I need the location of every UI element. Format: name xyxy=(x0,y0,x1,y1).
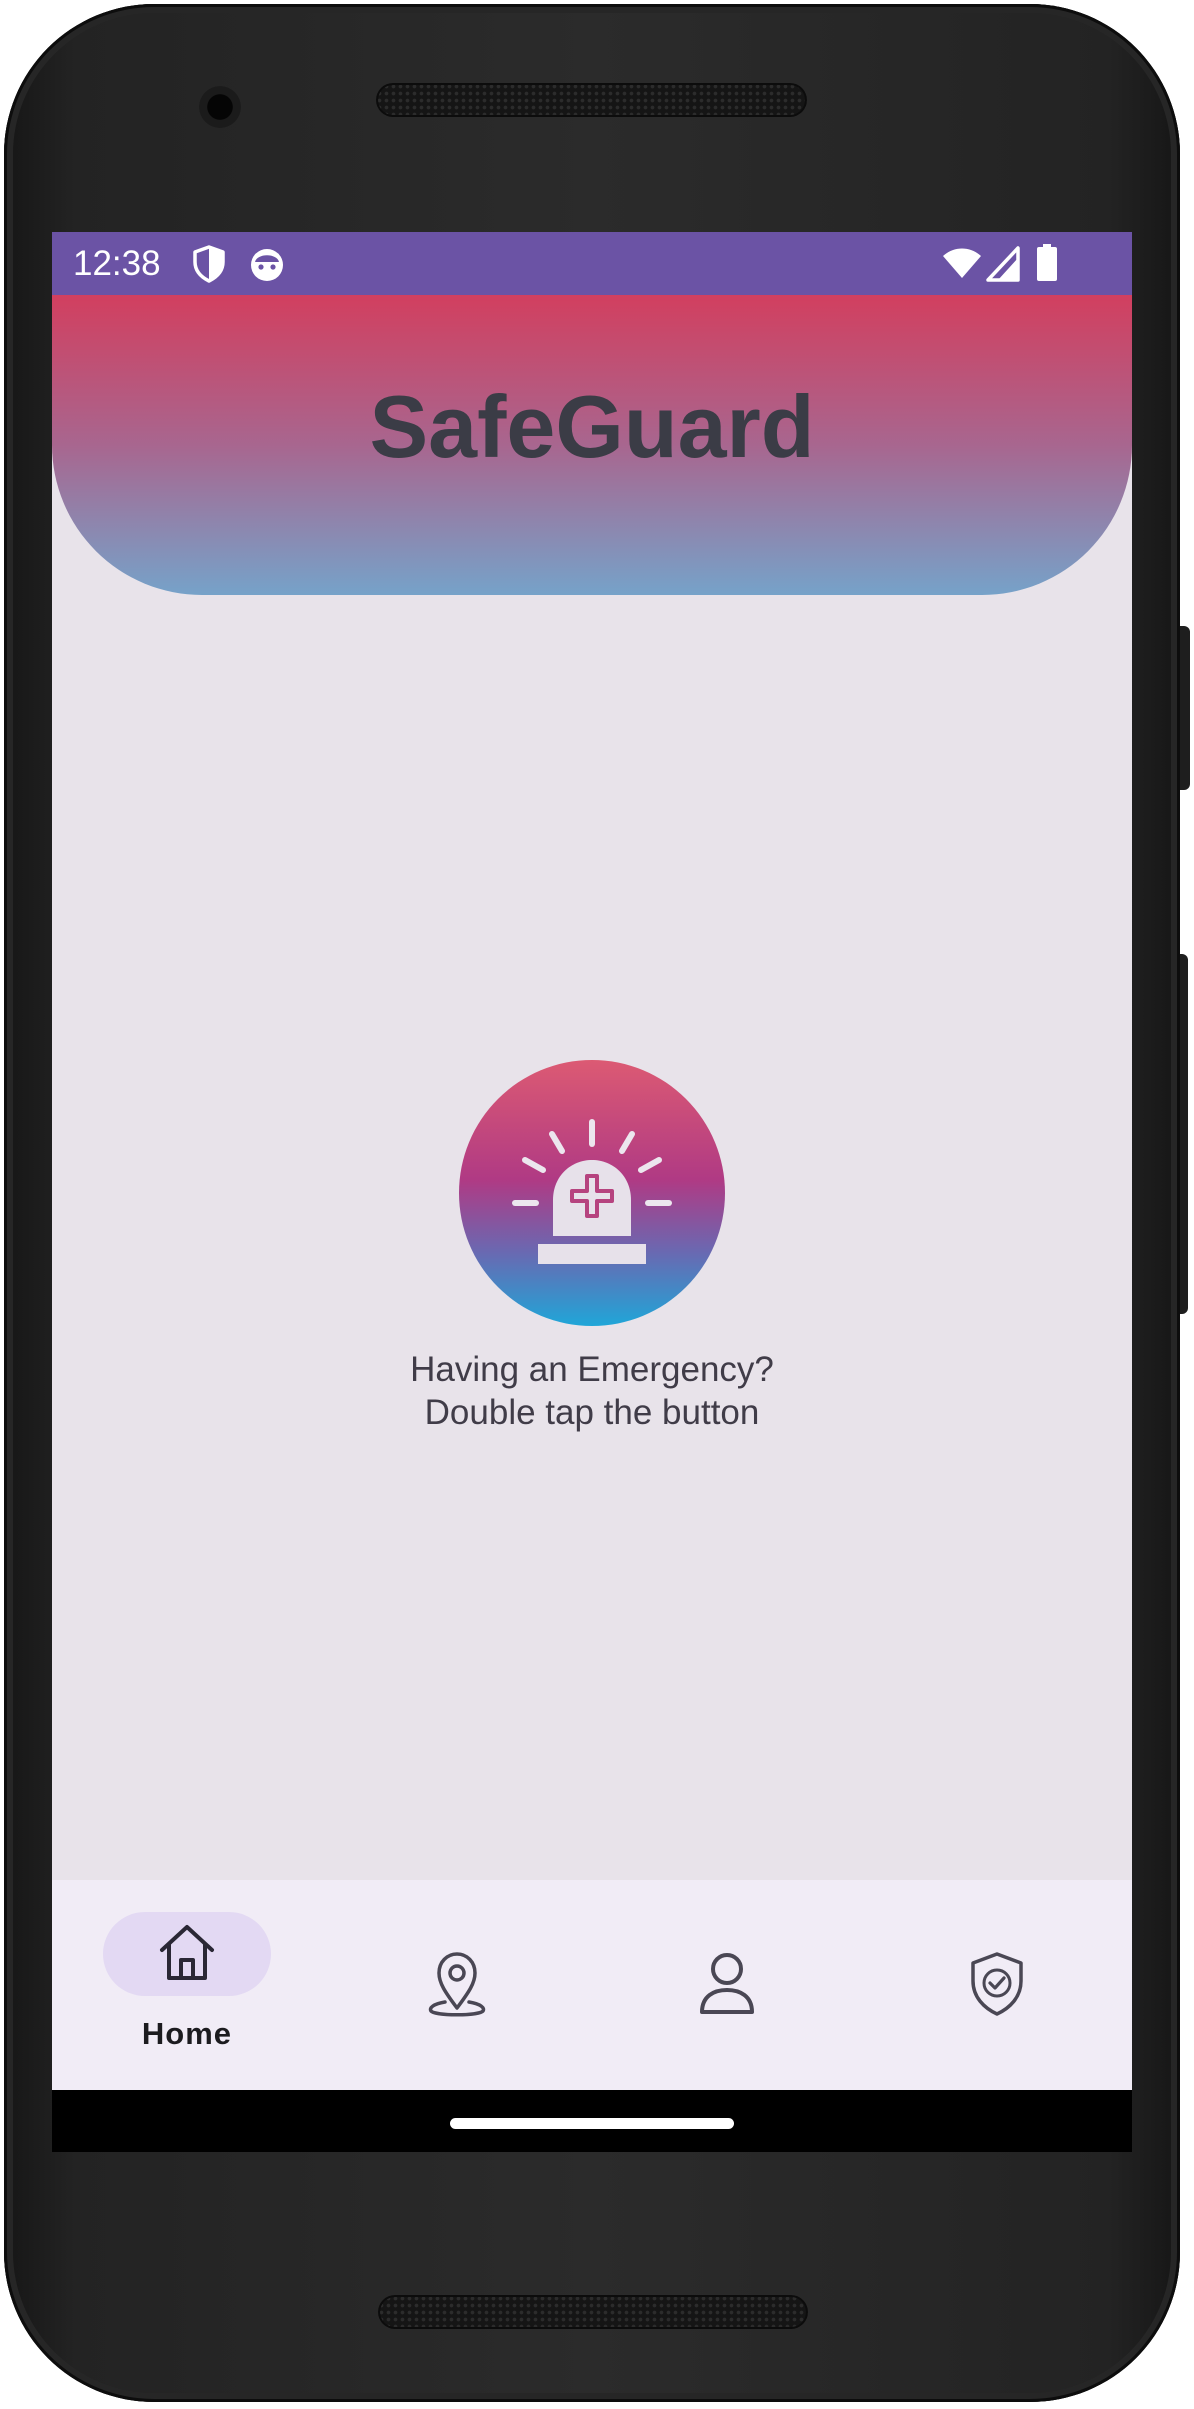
signal-icon xyxy=(986,246,1022,286)
emergency-prompt-line1: Having an Emergency? xyxy=(410,1350,774,1389)
location-pin-icon xyxy=(428,1952,486,2017)
app-title: SafeGuard xyxy=(369,377,815,476)
gesture-navigation-bar xyxy=(52,2090,1132,2152)
home-gesture-handle[interactable] xyxy=(450,2118,734,2129)
nav-label-home: Home xyxy=(141,2016,233,2051)
emergency-button[interactable] xyxy=(459,1060,725,1326)
home-icon xyxy=(160,1925,214,1980)
status-time: 12:38 xyxy=(73,244,161,283)
nav-item-home[interactable]: Home xyxy=(52,1880,322,2090)
nav-item-profile[interactable] xyxy=(592,1880,862,2090)
emergency-prompt-line2: Double tap the button xyxy=(424,1393,760,1432)
person-icon xyxy=(700,1953,754,2014)
front-camera xyxy=(199,86,241,128)
app-screen: 12:38 SafeGuard Having an Emergency? Dou… xyxy=(52,232,1132,2152)
power-button xyxy=(1180,626,1190,790)
siren-icon xyxy=(512,1119,672,1264)
shield-check-icon xyxy=(971,1952,1023,2016)
nav-item-location[interactable] xyxy=(322,1880,592,2090)
battery-icon xyxy=(1036,244,1058,286)
wifi-icon xyxy=(942,246,982,284)
bottom-speaker xyxy=(378,2295,808,2329)
earpiece-speaker xyxy=(376,83,807,117)
app-header: SafeGuard xyxy=(52,295,1132,595)
shield-icon xyxy=(192,245,226,287)
nav-item-safety[interactable] xyxy=(862,1880,1132,2090)
face-icon xyxy=(249,245,285,287)
bottom-navigation: Home xyxy=(52,1880,1132,2090)
status-bar: 12:38 xyxy=(52,232,1132,295)
volume-button xyxy=(1180,954,1188,1314)
